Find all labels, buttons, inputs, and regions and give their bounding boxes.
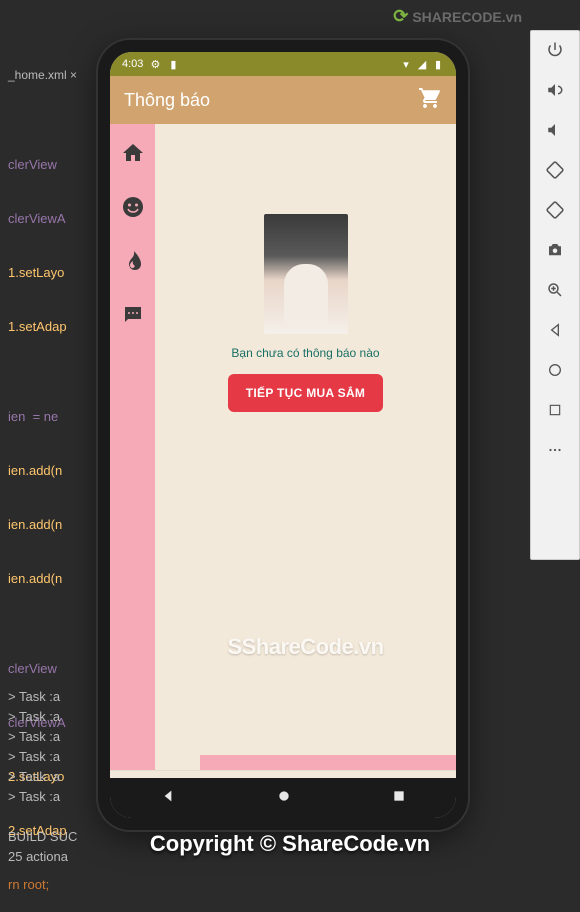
zoom-icon[interactable] [540, 279, 570, 301]
sidebar-item-fire[interactable] [120, 248, 146, 274]
sim-icon: ▮ [167, 58, 179, 70]
cart-icon [418, 86, 442, 110]
bottom-strip [200, 755, 456, 770]
android-overview-button[interactable] [392, 789, 406, 808]
watermark-inner: SShareCode.vn [227, 634, 383, 660]
content-area: Bạn chưa có thông báo nào TIẾP TỤC MUA S… [110, 124, 456, 770]
gear-icon: ⚙ [149, 58, 161, 70]
continue-shopping-button[interactable]: TIẾP TỤC MUA SẮM [228, 374, 383, 412]
empty-state-text: Bạn chưa có thông báo nào [231, 346, 379, 360]
android-home-button[interactable] [276, 788, 292, 809]
android-nav [110, 778, 456, 818]
rotate-right-icon[interactable] [540, 199, 570, 221]
rotate-left-icon[interactable] [540, 159, 570, 181]
phone-frame: 4:03 ⚙ ▮ ▾ ◢ ▮ Thông báo [98, 40, 468, 830]
android-back-button[interactable] [160, 788, 176, 809]
status-bar: 4:03 ⚙ ▮ ▾ ◢ ▮ [110, 52, 456, 76]
app-bar: Thông báo [110, 76, 456, 124]
placeholder-image [264, 214, 348, 334]
watermark-top: ⟳SHARECODE.vn [393, 6, 522, 27]
home-icon [121, 141, 145, 165]
emulator-toolbar [530, 30, 580, 560]
back-icon[interactable] [540, 319, 570, 341]
camera-icon[interactable] [540, 239, 570, 261]
power-icon[interactable] [540, 39, 570, 61]
volume-up-icon[interactable] [540, 79, 570, 101]
sidebar-item-chat[interactable] [120, 302, 146, 328]
status-time: 4:03 [122, 58, 143, 70]
sidebar-item-smile[interactable] [120, 194, 146, 220]
battery-icon: ▮ [432, 58, 444, 70]
copyright-watermark: Copyright © ShareCode.vn [0, 831, 580, 857]
phone-screen: 4:03 ⚙ ▮ ▾ ◢ ▮ Thông báo [110, 52, 456, 818]
smile-icon [121, 195, 145, 219]
page-title: Thông báo [124, 90, 210, 111]
chat-icon [121, 303, 145, 327]
main-pane: Bạn chưa có thông báo nào TIẾP TỤC MUA S… [155, 124, 456, 770]
more-icon[interactable] [540, 439, 570, 461]
signal-icon: ◢ [416, 58, 428, 70]
wifi-icon: ▾ [400, 58, 412, 70]
volume-down-icon[interactable] [540, 119, 570, 141]
sidebar-item-home[interactable] [120, 140, 146, 166]
fire-icon [121, 249, 145, 273]
home-circle-icon[interactable] [540, 359, 570, 381]
cart-button[interactable] [418, 86, 442, 115]
side-nav [110, 124, 155, 770]
overview-square-icon[interactable] [540, 399, 570, 421]
